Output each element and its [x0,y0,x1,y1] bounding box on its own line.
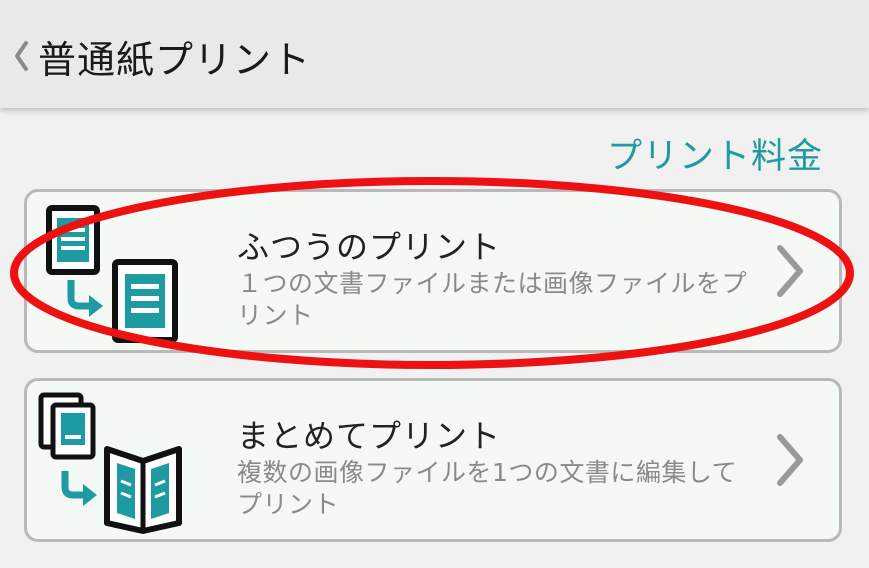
chevron-left-icon [8,36,34,76]
option-title: まとめてプリント [237,417,502,455]
single-document-print-icon [35,202,185,347]
page-title: 普通紙プリント [38,37,312,82]
chevron-right-icon [773,242,807,300]
option-description: 複数の画像ファイルを1つの文書に編集してプリント [237,458,738,519]
combine-images-print-icon [35,391,185,536]
print-price-link[interactable]: プリント料金 [607,128,823,179]
app-header: 普通紙プリント [0,0,869,108]
option-description: １つの文書ファイルまたは画像ファイルをプリント [237,269,748,330]
back-button[interactable]: 普通紙プリント [0,18,330,94]
normal-print-option[interactable]: ふつうのプリント １つの文書ファイルまたは画像ファイルをプリント [24,189,842,353]
chevron-right-icon [773,431,807,489]
option-title: ふつうのプリント [237,228,502,266]
combined-print-option[interactable]: まとめてプリント 複数の画像ファイルを1つの文書に編集してプリント [24,378,842,542]
